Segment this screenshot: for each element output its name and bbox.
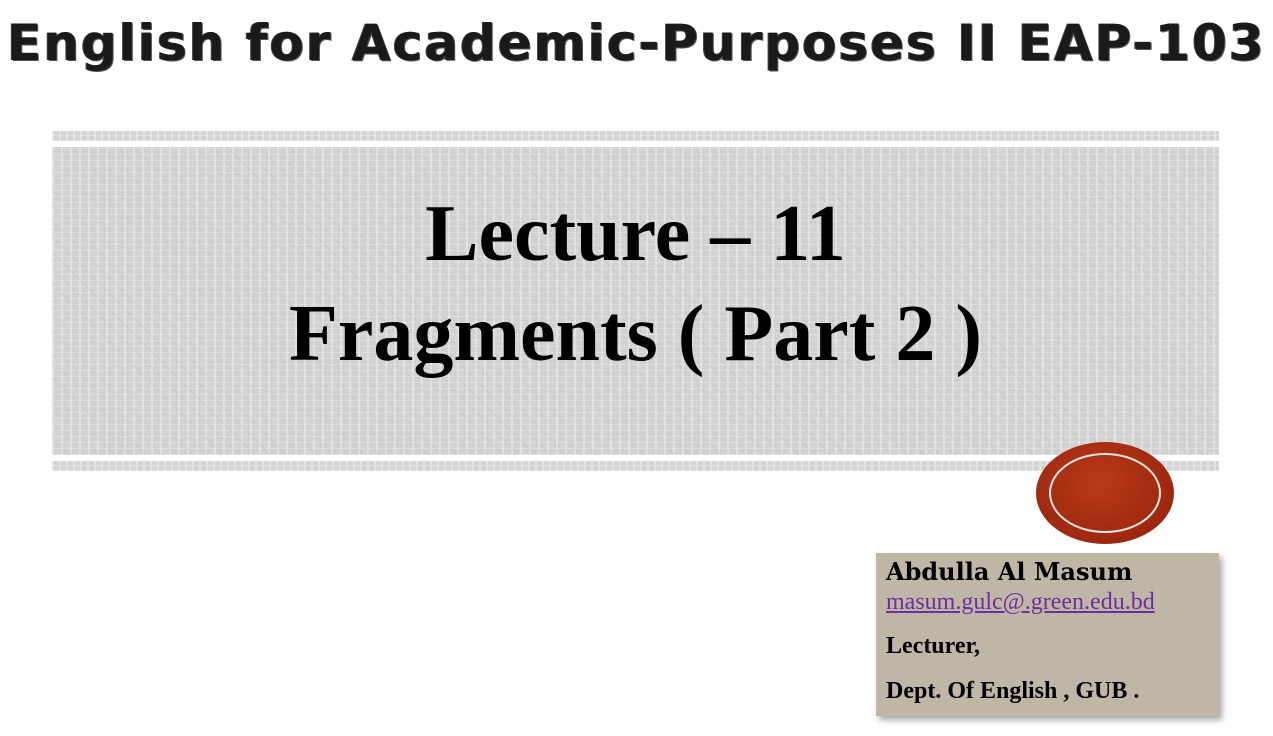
presenter-role: Lecturer,	[886, 633, 980, 659]
seal-ring	[1049, 453, 1161, 533]
presenter-department: Dept. Of English , GUB .	[886, 678, 1140, 704]
lecture-topic: Fragments ( Part 2 )	[288, 290, 983, 378]
seal-icon	[1036, 442, 1174, 544]
lecture-number: Lecture – 11	[425, 190, 846, 278]
presenter-email-link[interactable]: masum.gulc@.green.edu.bd	[886, 589, 1155, 616]
decorative-band-top	[52, 131, 1219, 141]
presenter-info-box: Abdulla Al Masum masum.gulc@.green.edu.b…	[876, 553, 1219, 716]
course-title: English for Academic-Purposes II EAP-103	[7, 14, 1266, 72]
presenter-name: Abdulla Al Masum	[886, 557, 1133, 586]
title-panel: Lecture – 11 Fragments ( Part 2 )	[52, 147, 1219, 455]
